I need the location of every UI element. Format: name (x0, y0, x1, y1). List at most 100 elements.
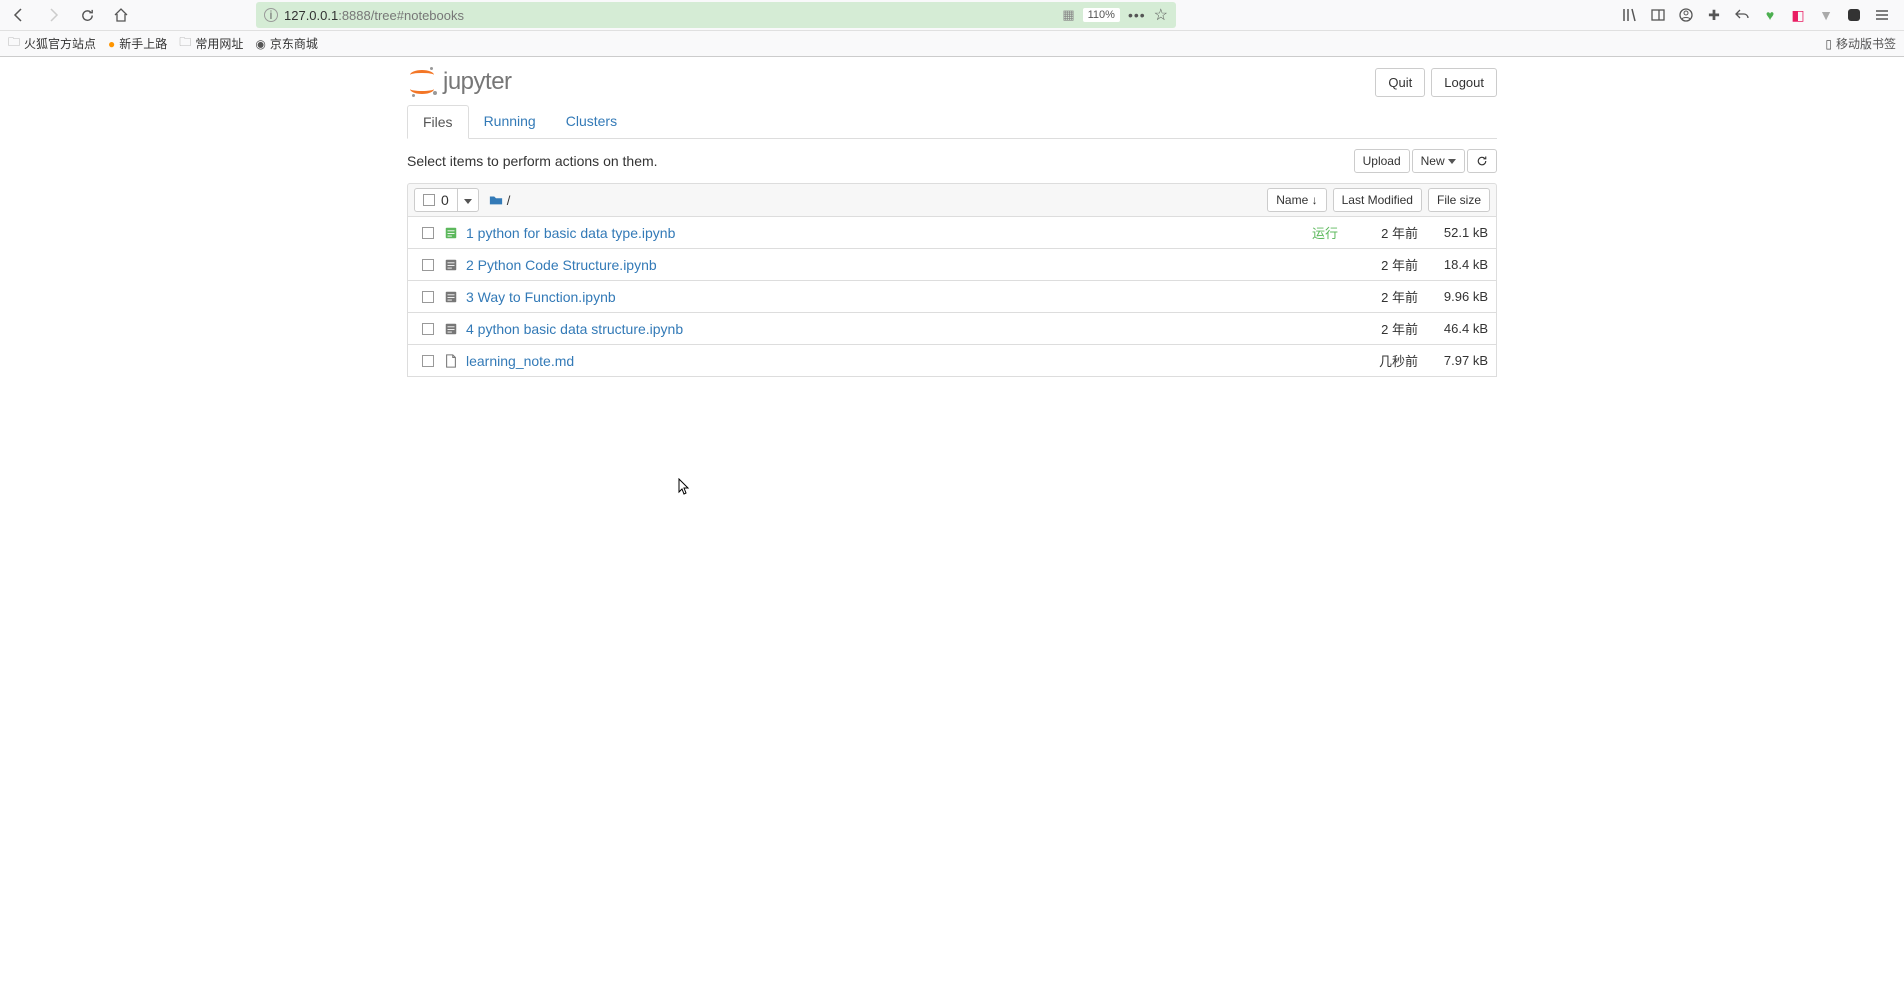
browser-toolbar: i 127.0.0.1:8888/tree#notebooks ▦ 110% •… (0, 0, 1904, 30)
star-icon[interactable]: ☆ (1154, 5, 1168, 25)
bookmark-label: 常用网址 (195, 35, 243, 52)
bookmark-label: 火狐官方站点 (24, 35, 96, 52)
tab-files[interactable]: Files (407, 105, 469, 139)
file-name-link[interactable]: 4 python basic data structure.ipynb (466, 321, 683, 337)
ext4-icon[interactable] (1845, 6, 1863, 24)
row-checkbox[interactable] (422, 323, 434, 335)
file-size: 52.1 kB (1418, 225, 1488, 240)
file-size: 46.4 kB (1418, 321, 1488, 336)
quit-button[interactable]: Quit (1375, 68, 1425, 97)
refresh-button[interactable] (1467, 149, 1497, 173)
actions-row: Select items to perform actions on them.… (407, 139, 1497, 183)
sort-name-label: Name (1276, 193, 1308, 207)
file-modified: 2 年前 (1348, 255, 1418, 274)
select-dropdown[interactable] (458, 189, 478, 211)
file-list: 1 python for basic data type.ipynb 运行 2 年前… (407, 217, 1497, 377)
ext1-icon[interactable]: ✚ (1705, 6, 1723, 24)
reload-button[interactable] (73, 1, 101, 29)
file-modified: 2 年前 (1348, 319, 1418, 338)
undo-icon[interactable] (1733, 6, 1751, 24)
file-row: 4 python basic data structure.ipynb 2 年前4… (407, 313, 1497, 345)
tab-clusters[interactable]: Clusters (551, 105, 632, 139)
sort-name-button[interactable]: Name ↓ (1267, 188, 1326, 212)
mobile-icon: ▯ (1825, 37, 1832, 51)
row-checkbox[interactable] (422, 355, 434, 367)
jupyter-logo-text: jupyter (443, 68, 512, 96)
file-modified: 2 年前 (1348, 223, 1418, 242)
caret-down-icon (1448, 159, 1456, 164)
file-row: learning_note.md 几秒前7.97 kB (407, 345, 1497, 377)
bookmark-2[interactable]: ● 新手上路 (108, 35, 167, 52)
notebook-icon (444, 258, 460, 272)
bookmarks-bar: 🗀 火狐官方站点 ● 新手上路 🗀 常用网址 ◉ 京东商城 ▯ 移动版书签 (0, 30, 1904, 56)
zoom-level[interactable]: 110% (1083, 8, 1120, 22)
url-host: 127.0.0.1 (284, 8, 338, 23)
bookmark-1[interactable]: 🗀 火狐官方站点 (8, 33, 96, 54)
breadcrumb-root[interactable]: / (507, 193, 511, 208)
new-button[interactable]: New (1412, 149, 1465, 173)
file-size: 18.4 kB (1418, 257, 1488, 272)
file-name-link[interactable]: 3 Way to Function.ipynb (466, 289, 616, 305)
file-size: 9.96 kB (1418, 289, 1488, 304)
caret-down-icon (464, 199, 472, 204)
qr-icon[interactable]: ▦ (1062, 7, 1074, 23)
file-status: 运行 (1312, 223, 1338, 242)
row-checkbox[interactable] (422, 259, 434, 271)
file-icon (444, 354, 460, 368)
library-icon[interactable] (1621, 6, 1639, 24)
notebook-icon (444, 290, 460, 304)
home-button[interactable] (107, 1, 135, 29)
logout-button[interactable]: Logout (1431, 68, 1497, 97)
jupyter-logo[interactable]: jupyter (407, 67, 512, 97)
ext3-icon[interactable]: ▼ (1817, 6, 1835, 24)
refresh-icon (1476, 155, 1488, 167)
file-size: 7.97 kB (1418, 353, 1488, 368)
file-modified: 几秒前 (1348, 351, 1418, 370)
mouse-cursor (678, 478, 691, 496)
url-bar[interactable]: i 127.0.0.1:8888/tree#notebooks ▦ 110% •… (256, 2, 1176, 28)
select-all[interactable]: 0 (415, 189, 458, 211)
notebook-icon (444, 322, 460, 336)
file-name-link[interactable]: 1 python for basic data type.ipynb (466, 225, 675, 241)
file-name-link[interactable]: learning_note.md (466, 353, 574, 369)
mobile-bookmarks-label: 移动版书签 (1836, 35, 1896, 52)
upload-button[interactable]: Upload (1354, 149, 1410, 173)
tabs: Files Running Clusters (407, 105, 1497, 139)
row-checkbox[interactable] (422, 227, 434, 239)
back-button[interactable] (5, 1, 33, 29)
bookmark-3[interactable]: 🗀 常用网址 (179, 33, 243, 54)
menu-icon[interactable] (1873, 6, 1891, 24)
sidebar-icon[interactable] (1649, 6, 1667, 24)
url-text: 127.0.0.1:8888/tree#notebooks (284, 8, 464, 23)
sort-size-button[interactable]: File size (1428, 188, 1490, 212)
notebook-running-icon (444, 226, 460, 240)
bookmark-4[interactable]: ◉ 京东商城 (255, 35, 318, 52)
file-row: 3 Way to Function.ipynb 2 年前9.96 kB (407, 281, 1497, 313)
info-icon[interactable]: i (264, 8, 278, 22)
folder-icon: 🗀 (179, 33, 191, 54)
jupyter-logo-icon (407, 67, 437, 97)
forward-button[interactable] (39, 1, 67, 29)
tab-running[interactable]: Running (469, 105, 551, 139)
bookmark-label: 新手上路 (119, 35, 167, 52)
bookmark-label: 京东商城 (270, 35, 318, 52)
selected-count: 0 (441, 192, 449, 208)
more-icon[interactable]: ••• (1128, 7, 1146, 23)
account-icon[interactable] (1677, 6, 1695, 24)
jupyter-page: jupyter Quit Logout Files Running Cluste… (407, 57, 1497, 377)
toolbar-right-icons: ✚ ♥ ◧ ▼ (1613, 6, 1899, 24)
file-name-link[interactable]: 2 Python Code Structure.ipynb (466, 257, 657, 273)
file-row: 2 Python Code Structure.ipynb 2 年前18.4 kB (407, 249, 1497, 281)
mobile-bookmarks[interactable]: ▯ 移动版书签 (1825, 35, 1896, 52)
row-checkbox[interactable] (422, 291, 434, 303)
shield-icon[interactable]: ♥ (1761, 6, 1779, 24)
folder-icon[interactable] (489, 193, 503, 207)
ext2-icon[interactable]: ◧ (1789, 6, 1807, 24)
select-all-checkbox[interactable] (423, 194, 435, 206)
sort-modified-button[interactable]: Last Modified (1333, 188, 1422, 212)
firefox-icon: ● (108, 37, 115, 51)
jd-icon: ◉ (255, 37, 265, 51)
file-modified: 2 年前 (1348, 287, 1418, 306)
actions-hint: Select items to perform actions on them. (407, 153, 658, 169)
breadcrumb: / (489, 193, 511, 208)
